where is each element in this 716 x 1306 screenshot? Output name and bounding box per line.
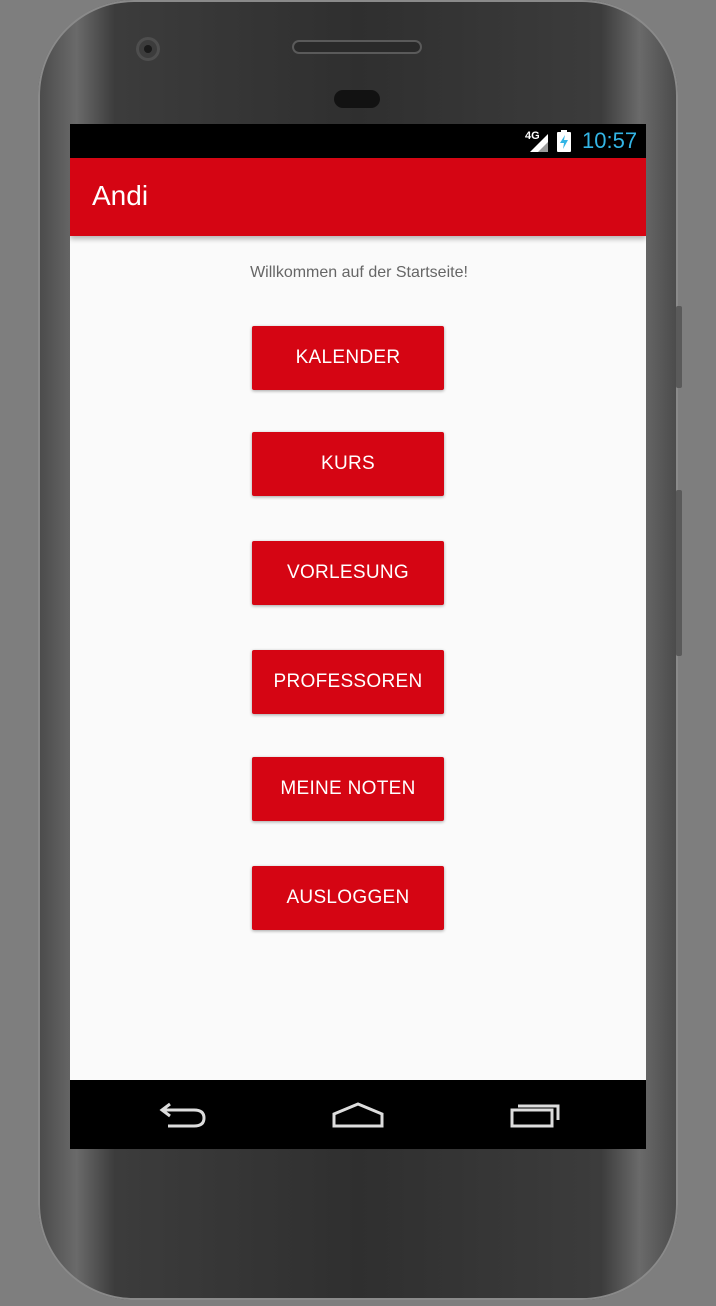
earpiece-speaker: [292, 40, 422, 54]
navigation-bar: [70, 1080, 646, 1149]
app-bar: Andi: [70, 158, 646, 236]
vorlesung-button[interactable]: VORLESUNG: [252, 541, 444, 605]
ausloggen-button[interactable]: AUSLOGGEN: [252, 866, 444, 930]
front-camera: [136, 37, 160, 61]
proximity-sensor: [334, 90, 380, 108]
emulator-stage: 4G 10:57 Andi Willkommen auf der Startse…: [0, 0, 716, 1306]
power-button: [676, 306, 682, 388]
back-icon[interactable]: [154, 1100, 210, 1130]
meine-noten-button[interactable]: MEINE NOTEN: [252, 757, 444, 821]
battery-charging-icon: [557, 130, 571, 152]
kalender-button[interactable]: KALENDER: [252, 326, 444, 390]
professoren-button[interactable]: PROFESSOREN: [252, 650, 444, 714]
device-screen: 4G 10:57 Andi Willkommen auf der Startse…: [70, 124, 646, 1149]
app-title: Andi: [92, 180, 149, 211]
status-time: 10:57: [582, 128, 638, 153]
recents-icon[interactable]: [508, 1100, 564, 1130]
kurs-button[interactable]: KURS: [252, 432, 444, 496]
status-bar: 4G 10:57: [70, 124, 646, 158]
welcome-text: Willkommen auf der Startseite!: [250, 264, 468, 281]
home-icon[interactable]: [330, 1100, 386, 1130]
volume-button: [676, 490, 682, 656]
signal-icon: [530, 134, 548, 152]
